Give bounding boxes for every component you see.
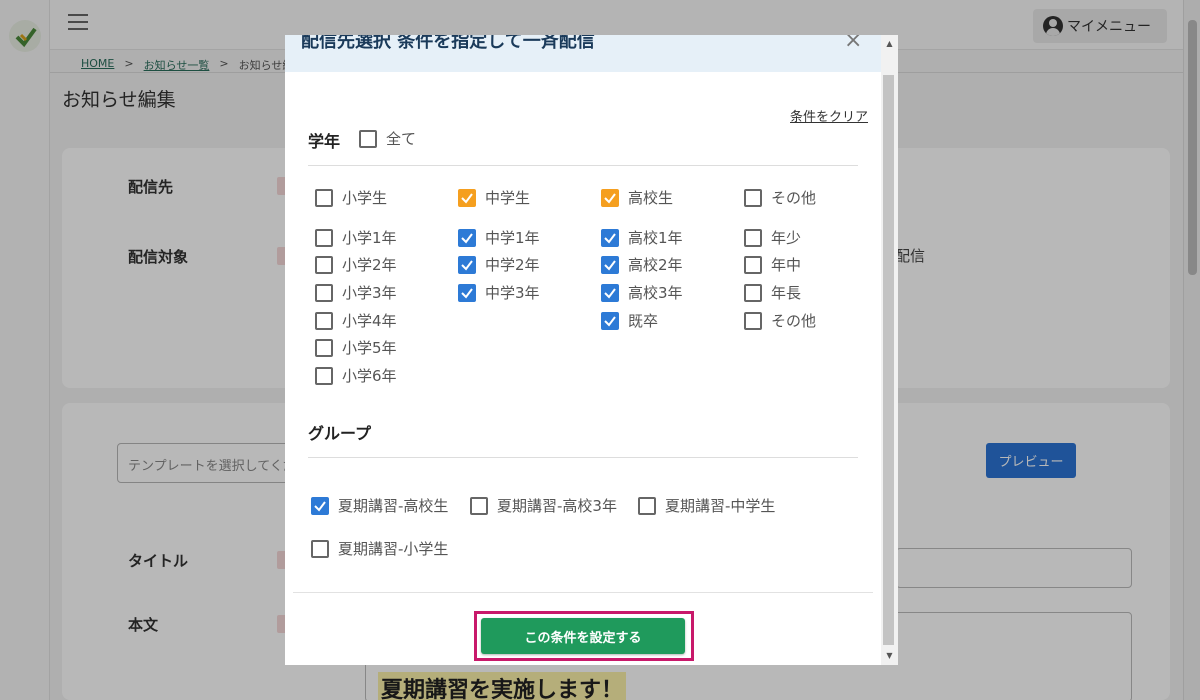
checkbox-unchecked-icon[interactable]: [315, 311, 333, 330]
grade-year-checkbox[interactable]: 小学5年: [315, 337, 397, 358]
checkbox-label: その他: [771, 189, 817, 207]
grade-year-checkbox[interactable]: 年長: [744, 282, 801, 303]
scroll-up-arrow-icon[interactable]: ▲: [881, 39, 898, 48]
grade-year-checkbox[interactable]: 小学2年: [315, 254, 397, 275]
checkbox-checked-icon[interactable]: [311, 496, 329, 515]
modal-scrollbar[interactable]: ▲ ▼: [881, 35, 898, 665]
group-checkbox[interactable]: 夏期講習-中学生: [638, 495, 775, 516]
grade-divider: [308, 165, 858, 166]
grade-category-checkbox[interactable]: 小学生: [315, 187, 387, 208]
checkbox-unchecked-icon[interactable]: [311, 539, 329, 558]
grade-year-checkbox[interactable]: 年少: [744, 227, 801, 248]
checkbox-label: 小学5年: [342, 339, 397, 357]
checkbox-unchecked-icon[interactable]: [315, 283, 333, 302]
checkbox-unchecked-icon[interactable]: [470, 496, 488, 515]
checkbox-label: 高校2年: [628, 256, 683, 274]
checkbox-checked-icon[interactable]: [601, 188, 619, 207]
checkbox-label: 年長: [771, 284, 802, 302]
checkbox-label: 夏期講習-高校生: [338, 497, 449, 515]
grade-year-checkbox[interactable]: 中学1年: [458, 227, 540, 248]
checkbox-unchecked-icon[interactable]: [315, 338, 333, 357]
checkbox-unchecked-icon[interactable]: [638, 496, 656, 515]
checkbox-label: 夏期講習-小学生: [338, 540, 449, 558]
checkbox-unchecked-icon[interactable]: [315, 228, 333, 247]
checkbox-unchecked-icon[interactable]: [744, 283, 762, 302]
modal-scrollbar-thumb[interactable]: [883, 75, 894, 645]
group-checkbox[interactable]: 夏期講習-高校生: [311, 495, 448, 516]
grade-all-checkbox[interactable]: 全て: [359, 128, 416, 149]
checkbox-label: 年中: [771, 256, 802, 274]
grade-year-checkbox[interactable]: 小学4年: [315, 310, 397, 331]
grade-section-heading: 学年: [308, 132, 341, 151]
checkbox-unchecked-icon[interactable]: [744, 311, 762, 330]
checkbox-label: 小学6年: [342, 367, 397, 385]
modal-footer-divider: [293, 592, 873, 593]
checkbox-unchecked-icon[interactable]: [315, 366, 333, 385]
grade-year-checkbox[interactable]: 小学1年: [315, 227, 397, 248]
grade-year-checkbox[interactable]: 年中: [744, 254, 801, 275]
scroll-down-arrow-icon[interactable]: ▼: [881, 651, 898, 660]
checkbox-checked-icon[interactable]: [601, 311, 619, 330]
checkbox-checked-icon[interactable]: [601, 228, 619, 247]
grade-category-checkbox[interactable]: その他: [744, 187, 816, 208]
clear-conditions-link[interactable]: 条件をクリア: [790, 106, 868, 125]
checkbox-unchecked-icon[interactable]: [744, 188, 762, 207]
grade-year-checkbox[interactable]: 高校1年: [601, 227, 683, 248]
checkbox-label: その他: [771, 312, 817, 330]
recipient-condition-modal: 配信先選択 条件を指定して一斉配信 × ▲ ▼ 条件をクリア 学年 全て 小学生…: [285, 35, 898, 665]
checkbox-box[interactable]: [359, 129, 377, 148]
checkbox-checked-icon[interactable]: [458, 283, 476, 302]
checkbox-checked-icon[interactable]: [601, 283, 619, 302]
checkbox-checked-icon[interactable]: [601, 255, 619, 274]
grade-year-checkbox[interactable]: 小学3年: [315, 282, 397, 303]
checkbox-label: 中学3年: [485, 284, 540, 302]
grade-category-checkbox[interactable]: 中学生: [458, 187, 530, 208]
checkbox-checked-icon[interactable]: [458, 255, 476, 274]
checkbox-label: 高校生: [628, 189, 674, 207]
grade-year-checkbox[interactable]: その他: [744, 310, 816, 331]
grade-year-checkbox[interactable]: 中学3年: [458, 282, 540, 303]
checkbox-label: 小学4年: [342, 312, 397, 330]
group-divider: [308, 457, 858, 458]
checkbox-checked-icon[interactable]: [458, 188, 476, 207]
checkbox-label: 夏期講習-中学生: [665, 497, 776, 515]
checkbox-label: 中学生: [485, 189, 531, 207]
checkbox-label: 夏期講習-高校3年: [497, 497, 617, 515]
checkbox-label: 小学1年: [342, 229, 397, 247]
checkbox-checked-icon[interactable]: [458, 228, 476, 247]
checkbox-unchecked-icon[interactable]: [315, 188, 333, 207]
modal-title: 配信先選択 条件を指定して一斉配信: [301, 35, 595, 52]
checkbox-label: 年少: [771, 229, 802, 247]
checkbox-label: 中学2年: [485, 256, 540, 274]
checkbox-label: 高校3年: [628, 284, 683, 302]
checkbox-label: 中学1年: [485, 229, 540, 247]
group-checkbox[interactable]: 夏期講習-高校3年: [470, 495, 617, 516]
grade-year-checkbox[interactable]: 中学2年: [458, 254, 540, 275]
group-checkbox[interactable]: 夏期講習-小学生: [311, 538, 448, 559]
grade-year-checkbox[interactable]: 既卒: [601, 310, 658, 331]
grade-year-checkbox[interactable]: 小学6年: [315, 365, 397, 386]
grade-year-checkbox[interactable]: 高校3年: [601, 282, 683, 303]
checkbox-label: 小学2年: [342, 256, 397, 274]
checkbox-label: 小学生: [342, 189, 388, 207]
checkbox-label: 高校1年: [628, 229, 683, 247]
checkbox-label: 既卒: [628, 312, 659, 330]
checkbox-unchecked-icon[interactable]: [744, 228, 762, 247]
checkbox-unchecked-icon[interactable]: [315, 255, 333, 274]
grade-category-checkbox[interactable]: 高校生: [601, 187, 673, 208]
close-icon[interactable]: ×: [844, 35, 862, 52]
checkbox-label: 小学3年: [342, 284, 397, 302]
modal-header: 配信先選択 条件を指定して一斉配信 ×: [285, 35, 881, 72]
checkbox-label: 全て: [386, 130, 417, 148]
set-condition-button[interactable]: この条件を設定する: [481, 618, 685, 654]
grade-year-checkbox[interactable]: 高校2年: [601, 254, 683, 275]
checkbox-unchecked-icon[interactable]: [744, 255, 762, 274]
group-section-heading: グループ: [308, 424, 372, 443]
